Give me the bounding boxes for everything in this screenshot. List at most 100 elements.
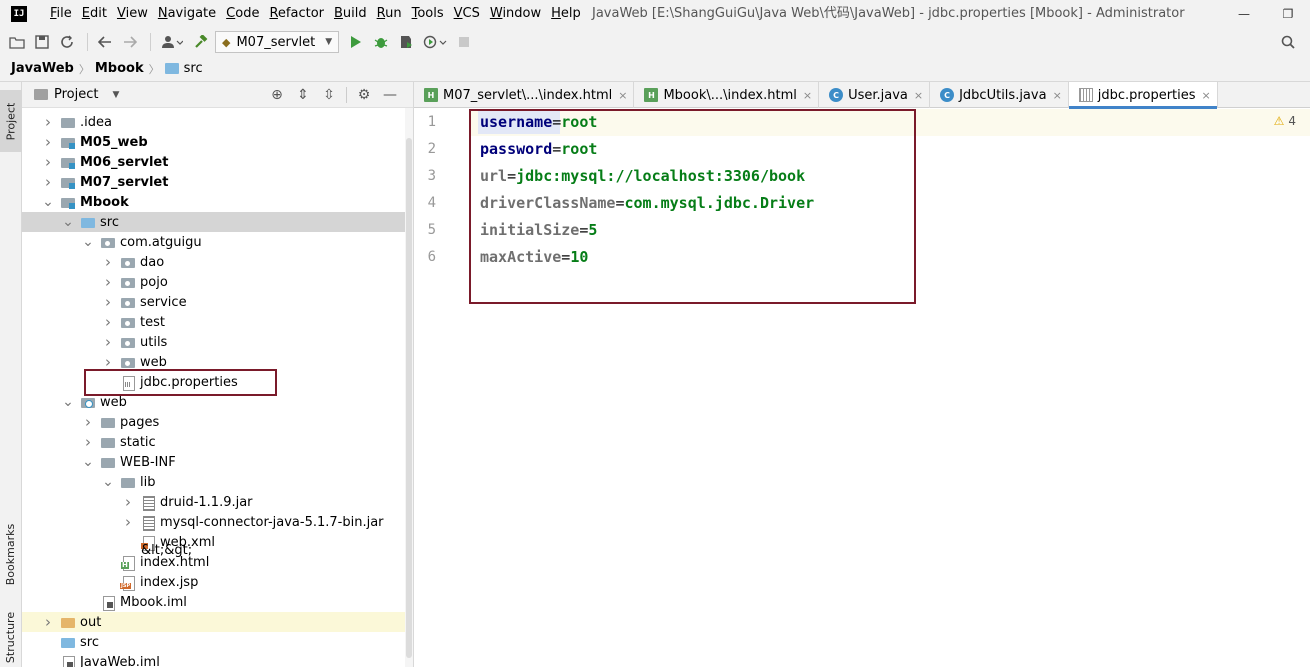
locate-file-icon[interactable]: ⊕ xyxy=(264,87,290,103)
menu-window[interactable]: Window xyxy=(485,0,546,28)
menu-help[interactable]: Help xyxy=(546,0,586,28)
collapse-all-icon[interactable]: ⇳ xyxy=(316,87,342,103)
chevron-down-icon[interactable]: ⌄ xyxy=(82,454,94,470)
gear-icon[interactable]: ⚙ xyxy=(351,87,377,103)
tree-item[interactable]: ⌄ lib xyxy=(22,472,413,492)
tree-item[interactable]: › .idea xyxy=(22,112,413,132)
menu-vcs[interactable]: VCS xyxy=(449,0,485,28)
chevron-down-icon[interactable]: ⌄ xyxy=(82,234,94,250)
code-line[interactable]: driverClassName=com.mysql.jdbc.Driver xyxy=(480,190,814,217)
chevron-right-icon[interactable]: › xyxy=(122,493,134,511)
chevron-right-icon[interactable]: › xyxy=(42,133,54,151)
chevron-right-icon[interactable]: › xyxy=(102,313,114,331)
expand-all-icon[interactable]: ⇕ xyxy=(290,87,316,103)
editor-tab[interactable]: H M07_servlet\...\index.html × xyxy=(414,82,635,108)
tree-item[interactable]: ⌄ com.atguigu xyxy=(22,232,413,252)
tree-item[interactable]: › test xyxy=(22,312,413,332)
menu-run[interactable]: Run xyxy=(372,0,407,28)
tree-item[interactable]: Mbook.iml xyxy=(22,592,413,612)
tree-item[interactable]: jdbc.properties xyxy=(22,372,413,392)
save-icon[interactable] xyxy=(31,31,53,53)
menu-navigate[interactable]: Navigate xyxy=(153,0,221,28)
chevron-right-icon[interactable]: › xyxy=(42,613,54,631)
close-icon[interactable]: × xyxy=(803,89,812,102)
tree-item[interactable]: › static xyxy=(22,432,413,452)
stop-icon[interactable] xyxy=(453,31,475,53)
user-icon[interactable] xyxy=(157,31,187,53)
chevron-right-icon[interactable]: › xyxy=(42,153,54,171)
code-editor[interactable]: 123456 username=root password=root url=jdb… xyxy=(414,109,1310,667)
chevron-right-icon[interactable]: › xyxy=(82,433,94,451)
close-icon[interactable]: × xyxy=(914,89,923,102)
chevron-right-icon[interactable]: › xyxy=(102,353,114,371)
project-view-selector[interactable]: Project xyxy=(54,87,98,102)
tree-item[interactable]: › utils xyxy=(22,332,413,352)
tree-item[interactable]: › pages xyxy=(22,412,413,432)
editor-tab[interactable]: C JdbcUtils.java × xyxy=(930,82,1069,108)
tree-item[interactable]: index.jsp xyxy=(22,572,413,592)
back-arrow-icon[interactable] xyxy=(94,31,116,53)
code-line[interactable]: password=root xyxy=(480,136,597,163)
menu-edit[interactable]: Edit xyxy=(77,0,112,28)
tree-item[interactable]: ⌄ web xyxy=(22,392,413,412)
tree-item[interactable]: ⌄ src xyxy=(22,212,413,232)
coverage-icon[interactable] xyxy=(395,31,417,53)
tree-item[interactable]: JavaWeb.iml xyxy=(22,652,413,667)
editor-tab[interactable]: jdbc.properties × xyxy=(1068,82,1218,109)
chevron-down-icon[interactable]: ▼ xyxy=(112,90,119,100)
chevron-right-icon[interactable]: › xyxy=(42,173,54,191)
editor-tab[interactable]: C User.java × xyxy=(819,82,931,108)
chevron-down-icon[interactable]: ⌄ xyxy=(62,214,74,230)
editor-tab[interactable]: H Mbook\...\index.html × xyxy=(634,82,820,108)
chevron-right-icon[interactable]: › xyxy=(42,113,54,131)
chevron-right-icon[interactable]: › xyxy=(122,513,134,531)
inspection-widget[interactable]: ⚠ 4 xyxy=(1274,114,1296,128)
search-icon[interactable] xyxy=(1277,31,1299,53)
tool-tab-project[interactable]: Project xyxy=(0,90,22,152)
build-hammer-icon[interactable] xyxy=(190,31,212,53)
tree-item[interactable]: › dao xyxy=(22,252,413,272)
tree-item[interactable]: › web xyxy=(22,352,413,372)
project-scrollbar[interactable] xyxy=(405,108,413,667)
tree-item[interactable]: › M06_servlet xyxy=(22,152,413,172)
open-folder-icon[interactable] xyxy=(6,31,28,53)
breadcrumb-item-javaweb[interactable]: JavaWeb xyxy=(11,61,74,76)
chevron-right-icon[interactable]: › xyxy=(102,293,114,311)
chevron-right-icon[interactable]: › xyxy=(102,273,114,291)
tree-item[interactable]: src xyxy=(22,632,413,652)
forward-arrow-icon[interactable] xyxy=(119,31,141,53)
tool-tab-bookmarks[interactable]: Bookmarks xyxy=(0,514,22,594)
tree-item[interactable]: ⌄ Mbook xyxy=(22,192,413,212)
restore-button[interactable]: ❐ xyxy=(1266,0,1310,28)
tree-item[interactable]: ⌄ WEB-INF xyxy=(22,452,413,472)
code-line[interactable]: initialSize=5 xyxy=(480,217,597,244)
menu-refactor[interactable]: Refactor xyxy=(264,0,329,28)
chevron-down-icon[interactable]: ⌄ xyxy=(62,394,74,410)
chevron-down-icon[interactable]: ⌄ xyxy=(102,474,114,490)
breadcrumb-item-mbook[interactable]: Mbook xyxy=(95,61,144,76)
tree-item[interactable]: › druid-1.1.9.jar xyxy=(22,492,413,512)
sync-icon[interactable] xyxy=(56,31,78,53)
close-icon[interactable]: × xyxy=(618,89,627,102)
tree-item[interactable]: › pojo xyxy=(22,272,413,292)
tree-item[interactable]: › service xyxy=(22,292,413,312)
run-icon[interactable] xyxy=(345,31,367,53)
debug-icon[interactable] xyxy=(370,31,392,53)
profiler-icon[interactable] xyxy=(420,31,450,53)
hide-panel-icon[interactable]: — xyxy=(377,87,403,103)
tree-item[interactable]: › out xyxy=(22,612,413,632)
chevron-right-icon[interactable]: › xyxy=(102,333,114,351)
code-line[interactable]: url=jdbc:mysql://localhost:3306/book xyxy=(480,163,805,190)
minimize-button[interactable]: — xyxy=(1222,0,1266,28)
tree-item[interactable]: web.xml xyxy=(22,532,413,552)
chevron-down-icon[interactable]: ⌄ xyxy=(42,194,54,210)
tree-item[interactable]: index.html xyxy=(22,552,413,572)
menu-tools[interactable]: Tools xyxy=(407,0,449,28)
tool-tab-structure[interactable]: Structure xyxy=(0,607,22,667)
menu-code[interactable]: Code xyxy=(221,0,264,28)
breadcrumb-item-src[interactable]: src xyxy=(184,61,203,76)
chevron-right-icon[interactable]: › xyxy=(82,413,94,431)
code-line[interactable]: username=root xyxy=(480,109,597,136)
menu-file[interactable]: File xyxy=(45,0,77,28)
close-icon[interactable]: × xyxy=(1202,89,1211,102)
